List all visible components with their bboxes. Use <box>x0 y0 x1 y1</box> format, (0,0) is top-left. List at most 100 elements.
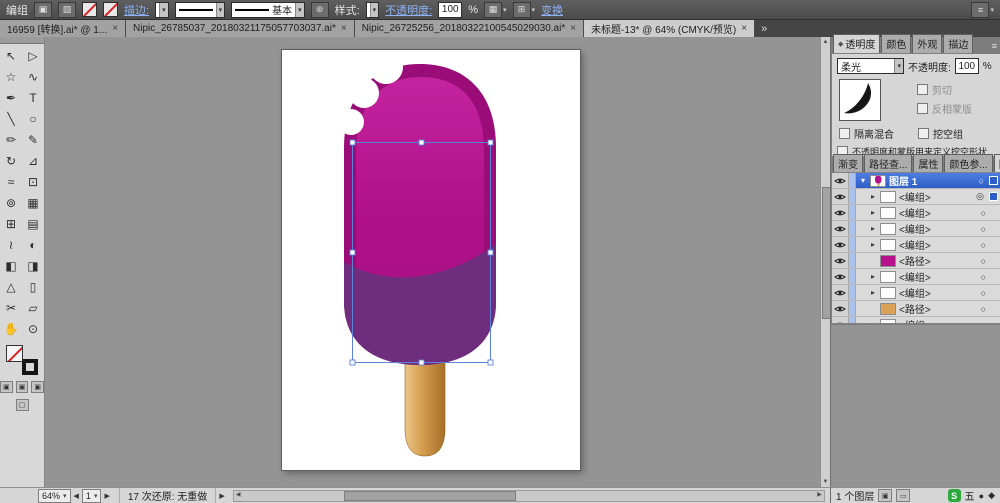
layer-row-content[interactable]: ▸ <编组> ◎ <box>856 189 1000 204</box>
edit-contents-icon[interactable]: ▨ <box>58 1 76 18</box>
layer-label[interactable]: <编组> <box>899 221 931 236</box>
layer-row-content[interactable]: ▸<编组>○ <box>856 237 1000 252</box>
fill-color-swatch[interactable] <box>6 345 23 362</box>
panel-menu-icon[interactable]: ≡ <box>988 41 1000 53</box>
align-options[interactable]: ▦ ▾ <box>484 1 507 18</box>
layer-object-row[interactable]: ▸ <编组> ○ <box>832 205 1000 221</box>
knockout-group-checkbox[interactable]: 挖空组 <box>918 126 963 141</box>
chevron-down-icon[interactable]: ▾ <box>63 492 67 500</box>
tray-dot-icon[interactable]: ● <box>979 491 984 501</box>
scroll-up-icon[interactable]: ▲ <box>821 37 830 47</box>
canvas-area[interactable] <box>45 37 820 487</box>
live-paint-bucket-tool[interactable]: ◧ <box>0 255 22 276</box>
layer-row-content[interactable]: ▾ 图层 1 ○ <box>856 173 1000 188</box>
layer-label[interactable]: <编组> <box>899 237 931 252</box>
layer-label[interactable]: 图层 1 <box>889 173 917 188</box>
blend-mode-select[interactable]: 柔光 ▾ <box>837 58 904 74</box>
document-tab-active[interactable]: 未标题-13* @ 64% (CMYK/预览) × <box>584 20 756 37</box>
arrange-options[interactable]: ⊞ ▾ <box>512 1 536 18</box>
fill-swatch-none[interactable] <box>82 2 97 17</box>
chevron-down-icon[interactable]: ▾ <box>215 2 225 17</box>
lock-column[interactable] <box>849 301 856 316</box>
delete-layer-icon[interactable]: ▭ <box>896 489 911 502</box>
expand-arrow-icon[interactable]: ▸ <box>869 240 877 249</box>
layer-row-content[interactable]: ▸<编组>○ <box>856 317 1000 323</box>
live-paint-selection-tool[interactable]: ◨ <box>22 255 44 276</box>
layer-label[interactable]: <路径> <box>899 301 931 316</box>
close-icon[interactable]: × <box>570 23 576 34</box>
draw-inside-mode-icon[interactable]: ▣ <box>31 381 45 393</box>
chevron-down-icon[interactable]: ▾ <box>94 492 98 500</box>
ime-mode-label[interactable]: 五 <box>965 488 975 503</box>
layer-object-row[interactable]: ▸ <编组> ○ <box>832 285 1000 301</box>
workspace-menu[interactable]: ≡ ▾ <box>971 1 994 18</box>
lock-column[interactable] <box>849 317 856 323</box>
scroll-right-icon[interactable]: ▶ <box>815 491 824 499</box>
tab-color-guide[interactable]: 颜色参... <box>944 154 993 173</box>
visibility-eye-icon[interactable] <box>832 317 849 323</box>
stroke-color-swatch[interactable] <box>22 359 38 375</box>
chevron-down-icon[interactable]: ▾ <box>532 6 536 14</box>
mesh-tool[interactable]: ⊞ <box>0 213 22 234</box>
layer-label[interactable]: <编组> <box>899 269 931 284</box>
new-layer-icon[interactable]: ▣ <box>878 489 893 502</box>
visibility-eye-icon[interactable] <box>832 285 849 300</box>
expand-arrow-icon[interactable]: ▸ <box>869 288 877 297</box>
target-circle-icon[interactable]: ○ <box>981 256 986 266</box>
chevron-down-icon[interactable]: ▾ <box>159 2 168 17</box>
checkbox-icon[interactable] <box>839 128 850 139</box>
width-tool[interactable]: ≈ <box>0 171 22 192</box>
target-circle-icon[interactable]: ○ <box>981 272 986 282</box>
layer-row-content[interactable]: ▸<编组>○ <box>856 221 1000 236</box>
isolate-blending-checkbox[interactable]: 隔离混合 <box>839 126 894 141</box>
lasso-tool[interactable]: ∿ <box>22 66 44 87</box>
layer-object-row[interactable]: ▸ <编组> ◎ <box>832 189 1000 205</box>
document-tab[interactable]: Nipic_26785037_20180321175057703037.ai* × <box>126 20 355 37</box>
lock-column[interactable] <box>849 269 856 284</box>
layer-label[interactable]: <路径> <box>899 253 931 268</box>
horizontal-scrollbar[interactable]: ◀ ▶ <box>232 489 825 502</box>
line-segment-tool[interactable]: ╲ <box>0 108 22 129</box>
brush-definition-select[interactable]: 基本 ▾ <box>231 1 305 18</box>
scale-tool[interactable]: ⊿ <box>22 150 44 171</box>
graphic-style-select[interactable]: ▾ <box>365 1 380 18</box>
scroll-left-icon[interactable]: ◀ <box>234 491 243 499</box>
next-artboard-icon[interactable]: ▶ <box>104 492 109 500</box>
isolate-group-icon[interactable]: ▣ <box>34 1 52 18</box>
target-circle-icon[interactable]: ○ <box>981 288 986 298</box>
close-icon[interactable]: × <box>112 23 118 34</box>
status-menu-icon[interactable]: ▶ <box>219 492 224 500</box>
target-circle-icon[interactable]: ○ <box>981 224 986 234</box>
panel-opacity-input[interactable]: 100 <box>954 58 979 74</box>
stroke-swatch-none[interactable] <box>103 2 118 17</box>
layer-row-content[interactable]: <路径> ○ <box>856 301 1000 316</box>
close-icon[interactable]: × <box>341 23 347 34</box>
visibility-eye-icon[interactable] <box>832 269 849 284</box>
lock-column[interactable] <box>849 173 856 188</box>
lock-column[interactable] <box>849 253 856 268</box>
zoom-tool[interactable]: ⊙ <box>22 318 44 339</box>
lock-column[interactable] <box>849 237 856 252</box>
tab-overflow-icon[interactable]: » <box>755 20 773 37</box>
tray-tool-icon[interactable]: ◆ <box>988 490 995 501</box>
layer-row-content[interactable]: ▸<编组>○ <box>856 205 1000 220</box>
chevron-down-icon[interactable]: ▾ <box>369 2 379 17</box>
visibility-eye-icon[interactable] <box>832 205 849 220</box>
popsicle-illustration[interactable] <box>282 50 580 470</box>
lock-column[interactable] <box>849 205 856 220</box>
target-circle-icon[interactable]: ◎ <box>976 191 984 202</box>
eraser-tool[interactable]: ▱ <box>22 297 44 318</box>
chevron-down-icon[interactable]: ▾ <box>894 59 903 73</box>
horizontal-scroll-thumb[interactable] <box>343 490 516 501</box>
layer-label[interactable]: <编组> <box>899 285 931 300</box>
popsicle-artwork[interactable] <box>338 50 496 457</box>
expand-arrow-icon[interactable]: ▾ <box>859 176 867 185</box>
opacity-input[interactable]: 100 <box>438 1 463 18</box>
tab-layers[interactable]: 图层 <box>993 154 1000 173</box>
tab-transparency[interactable]: ◆ 透明度 <box>833 34 881 53</box>
close-icon[interactable]: × <box>741 23 747 34</box>
target-circle-icon[interactable]: ○ <box>979 176 984 186</box>
visibility-eye-icon[interactable] <box>832 237 849 252</box>
zoom-select[interactable]: 64% ▾ <box>38 488 71 503</box>
layer-row-content[interactable]: ▸<编组>○ <box>856 269 1000 284</box>
